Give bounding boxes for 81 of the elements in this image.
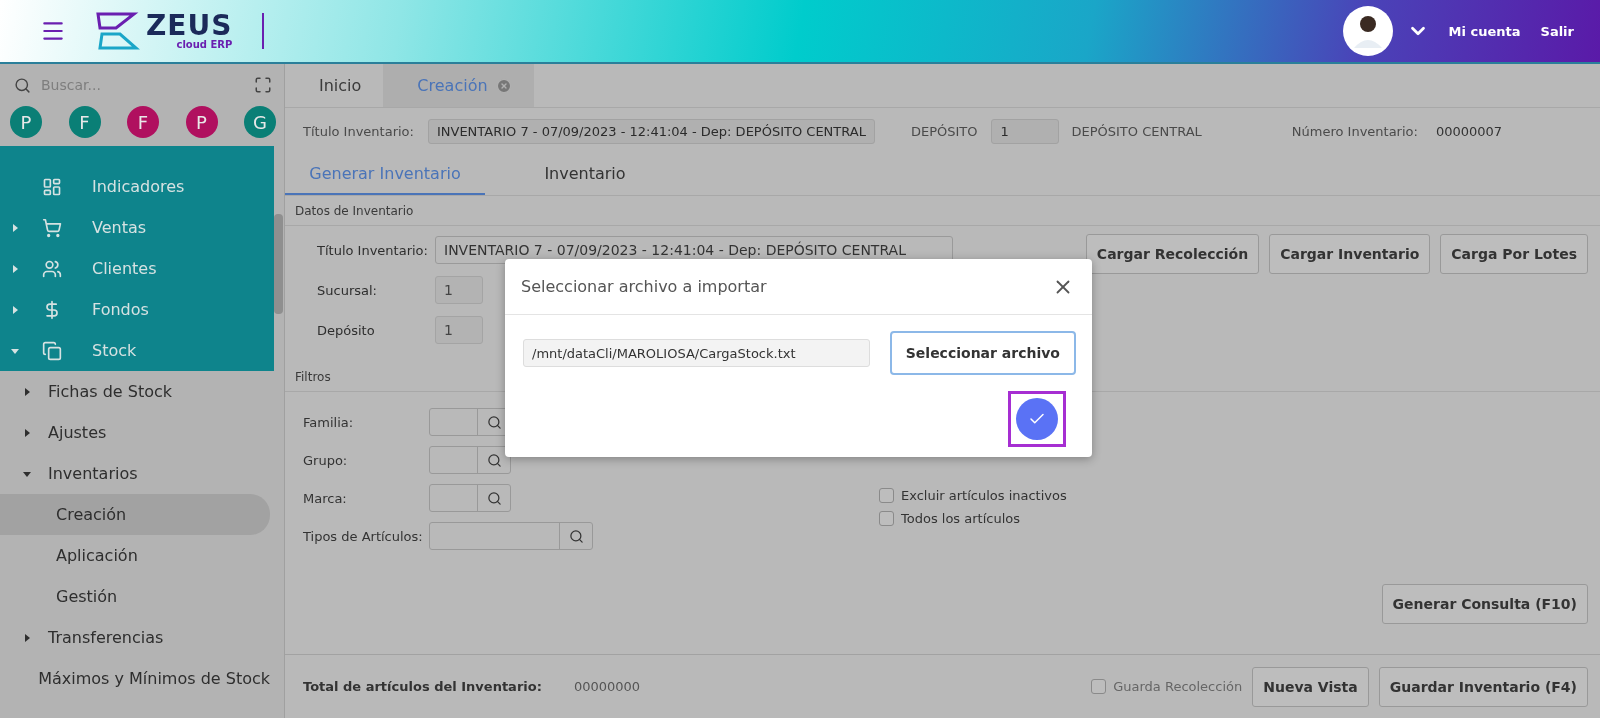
field-label: Grupo:	[303, 452, 349, 468]
sidebar-subitem[interactable]: Aplicación	[0, 535, 270, 576]
fullscreen-icon[interactable]	[254, 76, 272, 94]
title-label: Título Inventario:	[303, 123, 414, 139]
caret-right-icon[interactable]	[10, 304, 20, 315]
shortcut-avatar[interactable]: F	[127, 106, 159, 138]
sidebar-item[interactable]: Transferencias	[0, 617, 270, 658]
logo-tagline: cloud ERP	[176, 40, 233, 50]
action-button[interactable]: Cargar Inventario	[1269, 234, 1431, 274]
search-icon	[14, 76, 31, 94]
field-label: Sucursal:	[317, 282, 378, 298]
sidebar-item[interactable]: Inventarios	[0, 453, 270, 494]
sidebar-module[interactable]: Clientes	[0, 248, 274, 289]
select-file-button[interactable]: Seleccionar archivo	[889, 331, 1076, 375]
field-label: Depósito	[317, 322, 376, 338]
sidebar-item[interactable]: Fichas de Stock	[0, 371, 270, 412]
sidebar-module[interactable]: Stock	[0, 330, 274, 371]
caret-right-icon[interactable]	[10, 222, 20, 233]
search-icon[interactable]	[486, 452, 502, 468]
action-button[interactable]: Cargar Recolección	[1085, 234, 1260, 274]
field-label: Tipos de Artículos:	[303, 528, 424, 544]
confirm-button[interactable]	[1016, 398, 1058, 440]
sidebar-item[interactable]: Máximos y Mínimos de Stock	[0, 658, 270, 699]
field-label: Título Inventario:	[317, 242, 429, 258]
cart-icon	[42, 217, 62, 238]
query-button[interactable]: Generar Consulta (F10)	[1381, 584, 1588, 624]
caret-right-icon[interactable]	[22, 386, 32, 397]
scrollbar-thumb[interactable]	[274, 214, 283, 314]
search-icon[interactable]	[486, 490, 502, 506]
checkbox[interactable]	[1091, 679, 1107, 694]
dashboard-icon	[42, 176, 62, 197]
input-field[interactable]: 1	[435, 276, 483, 304]
search-icon[interactable]	[568, 528, 584, 544]
file-path-field[interactable]: /mnt/dataCli/MAROLIOSA/CargaStock.txt	[523, 339, 870, 367]
action-button[interactable]: Nueva Vista	[1252, 666, 1369, 707]
people-icon	[42, 258, 62, 279]
number-value: 00000007	[1435, 123, 1503, 139]
checkbox-label: Guarda Recolección	[1113, 679, 1243, 694]
deposit-code: 1	[991, 118, 1060, 144]
checkbox-label: Todos los artículos	[901, 511, 1020, 526]
field-label: Marca:	[303, 490, 348, 506]
sidebar-item[interactable]: Ajustes	[0, 412, 270, 453]
dialog-title: Seleccionar archivo a importar	[521, 277, 767, 296]
checkbox[interactable]	[879, 488, 894, 503]
search-icon[interactable]	[486, 414, 502, 430]
checkbox[interactable]	[879, 511, 894, 526]
shortcut-avatar[interactable]: P	[10, 106, 42, 138]
sidebar-module[interactable]: Fondos	[0, 289, 274, 330]
close-tab-icon[interactable]	[495, 77, 512, 94]
sidebar-subitem[interactable]: Gestión	[0, 576, 270, 617]
logo-icon	[94, 11, 140, 51]
field-label: Familia:	[303, 414, 355, 430]
section-heading: Datos de Inventario	[285, 196, 1600, 226]
shortcut-avatar[interactable]: G	[244, 106, 276, 138]
deposit-label: DEPÓSITO	[910, 123, 978, 139]
sidebar-subitem[interactable]: Creación	[0, 494, 270, 535]
title-value: INVENTARIO 7 - 07/09/2023 - 12:41:04 - Dep: DEPÓSITO CENTRAL	[427, 118, 875, 144]
deposit-name: DEPÓSITO CENTRAL	[1071, 123, 1202, 139]
total-value: 00000000	[573, 679, 641, 694]
input-field[interactable]: 1	[435, 316, 483, 344]
sidebar-module[interactable]: Ventas	[0, 207, 274, 248]
action-button[interactable]: Guardar Inventario (F4)	[1378, 666, 1588, 707]
number-label: Número Inventario:	[1291, 123, 1418, 139]
logout-link[interactable]: Salir	[1540, 23, 1574, 39]
tab[interactable]: Inventario	[485, 154, 685, 195]
logo-name: ZEUS	[146, 12, 233, 40]
sidebar-module[interactable]: Indicadores	[0, 166, 274, 207]
lookup-field[interactable]	[429, 522, 593, 550]
lookup-field[interactable]	[429, 484, 511, 512]
checkbox-label: Excluir artículos inactivos	[901, 488, 1067, 503]
shortcut-avatar[interactable]: P	[185, 106, 218, 138]
box-icon	[42, 340, 62, 361]
tab[interactable]: Inicio	[285, 64, 384, 107]
caret-right-icon[interactable]	[22, 427, 32, 438]
avatar-icon[interactable]	[1342, 6, 1393, 56]
action-button[interactable]: Carga Por Lotes	[1440, 234, 1588, 274]
caret-right-icon[interactable]	[22, 632, 32, 643]
caret-right-icon[interactable]	[10, 263, 20, 274]
shortcut-avatar[interactable]: F	[68, 106, 101, 138]
total-label: Total de artículos del Inventario:	[303, 679, 542, 694]
account-link[interactable]: Mi cuenta	[1448, 23, 1521, 39]
